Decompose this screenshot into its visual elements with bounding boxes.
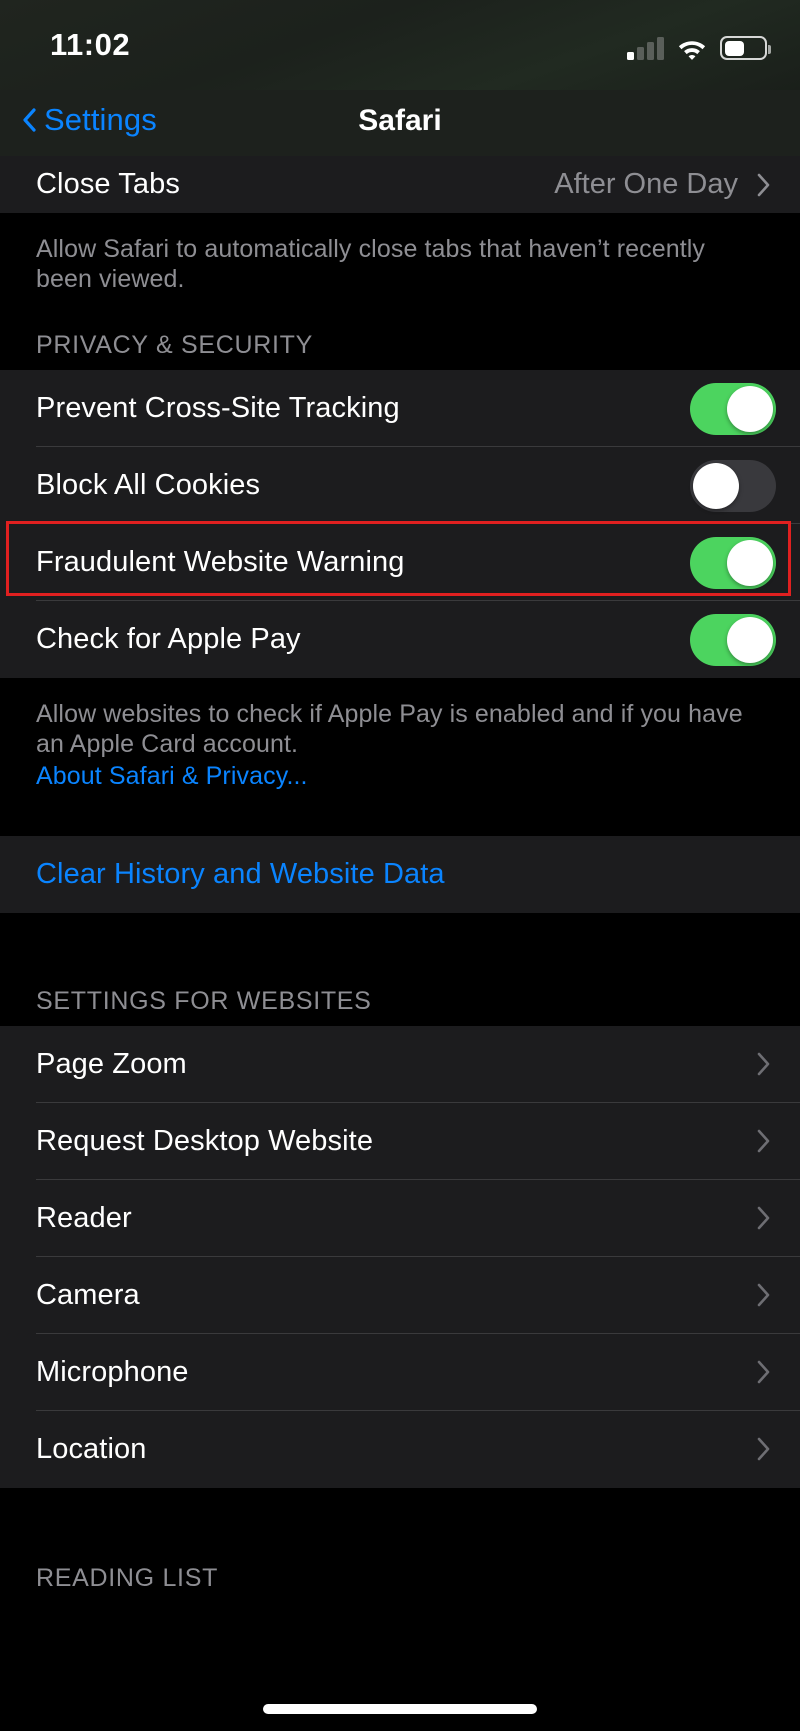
clear-history-group: Clear History and Website Data xyxy=(0,835,800,913)
privacy-section-header: PRIVACY & SECURITY xyxy=(0,331,800,370)
spacer xyxy=(0,1487,800,1564)
row-reader[interactable]: Reader xyxy=(0,1180,800,1257)
row-close-tabs-label: Close Tabs xyxy=(36,168,180,200)
row-page-zoom-label: Page Zoom xyxy=(36,1047,187,1080)
chevron-right-icon xyxy=(756,1206,770,1230)
row-check-for-apple-pay-label: Check for Apple Pay xyxy=(36,623,301,655)
close-tabs-footer-text: Allow Safari to automatically close tabs… xyxy=(36,235,706,293)
chevron-right-icon xyxy=(756,1129,770,1153)
row-request-desktop-website-label: Request Desktop Website xyxy=(36,1124,374,1157)
chevron-right-icon xyxy=(756,1360,770,1384)
row-prevent-cross-site-tracking-label: Prevent Cross-Site Tracking xyxy=(36,392,400,424)
row-location-label: Location xyxy=(36,1432,147,1465)
row-clear-history-label: Clear History and Website Data xyxy=(36,857,445,890)
row-clear-history-and-website-data[interactable]: Clear History and Website Data xyxy=(0,836,800,913)
status-bar: 11:02 xyxy=(0,0,800,90)
navigation-bar: Settings Safari xyxy=(0,90,800,156)
battery-icon xyxy=(720,36,771,60)
wifi-icon xyxy=(677,37,707,60)
websites-group: Page Zoom Request Desktop Website Reader xyxy=(0,1025,800,1488)
row-fraudulent-website-warning[interactable]: Fraudulent Website Warning xyxy=(0,524,800,601)
close-tabs-footer: Allow Safari to automatically close tabs… xyxy=(0,213,800,298)
row-location[interactable]: Location xyxy=(0,1411,800,1488)
settings-list: Close Tabs After One Day Allow Safari to… xyxy=(0,156,800,1603)
reading-list-section-header: READING LIST xyxy=(0,1563,800,1603)
row-check-for-apple-pay[interactable]: Check for Apple Pay xyxy=(0,601,800,678)
row-block-all-cookies-label: Block All Cookies xyxy=(36,469,261,501)
toggle-block-all-cookies[interactable] xyxy=(690,459,776,512)
toggle-fraudulent-website-warning[interactable] xyxy=(690,536,776,589)
cellular-signal-icon xyxy=(627,36,664,60)
row-request-desktop-website[interactable]: Request Desktop Website xyxy=(0,1103,800,1180)
row-camera[interactable]: Camera xyxy=(0,1257,800,1334)
spacer xyxy=(0,298,800,331)
row-close-tabs[interactable]: Close Tabs After One Day xyxy=(0,156,800,213)
row-prevent-cross-site-tracking[interactable]: Prevent Cross-Site Tracking xyxy=(0,370,800,447)
row-reader-label: Reader xyxy=(36,1201,132,1234)
iphone-screen: 11:02 Settings Safari Close Tabs After O… xyxy=(0,0,800,1731)
websites-section-header: SETTINGS FOR WEBSITES xyxy=(0,986,800,1026)
spacer xyxy=(0,791,800,836)
chevron-right-icon xyxy=(756,1283,770,1307)
row-page-zoom[interactable]: Page Zoom xyxy=(0,1026,800,1103)
chevron-right-icon xyxy=(756,173,770,197)
privacy-group: Prevent Cross-Site Tracking Block All Co… xyxy=(0,370,800,678)
status-bar-indicators xyxy=(627,30,771,60)
row-microphone[interactable]: Microphone xyxy=(0,1334,800,1411)
status-bar-clock: 11:02 xyxy=(50,27,131,62)
page-title: Safari xyxy=(358,104,442,137)
privacy-footer: Allow websites to check if Apple Pay is … xyxy=(0,678,800,792)
row-close-tabs-value: After One Day xyxy=(554,168,738,200)
privacy-footer-text: Allow websites to check if Apple Pay is … xyxy=(36,700,743,758)
row-fraudulent-website-warning-label: Fraudulent Website Warning xyxy=(36,546,405,578)
close-tabs-group: Close Tabs After One Day xyxy=(0,156,800,213)
row-block-all-cookies[interactable]: Block All Cookies xyxy=(0,447,800,524)
home-indicator[interactable] xyxy=(263,1704,537,1714)
toggle-prevent-cross-site-tracking[interactable] xyxy=(690,382,776,435)
row-camera-label: Camera xyxy=(36,1278,140,1311)
chevron-right-icon xyxy=(756,1437,770,1461)
row-microphone-label: Microphone xyxy=(36,1355,189,1388)
toggle-check-for-apple-pay[interactable] xyxy=(690,613,776,666)
chevron-right-icon xyxy=(756,1052,770,1076)
about-safari-privacy-link[interactable]: About Safari & Privacy... xyxy=(36,762,764,792)
spacer xyxy=(0,912,800,987)
